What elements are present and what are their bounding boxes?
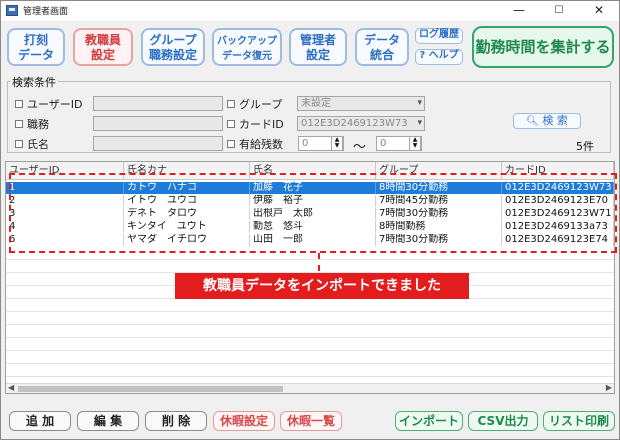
import-success-callout: 教職員データをインポートできました <box>175 273 469 299</box>
import-button[interactable]: インポート <box>395 411 463 431</box>
csv-export-button[interactable]: CSV出力 <box>468 411 538 431</box>
checkbox-box <box>227 100 235 108</box>
horizontal-scrollbar[interactable]: ◀ ▶ <box>6 383 614 393</box>
staff-settings-label-2: 設定 <box>90 48 115 62</box>
group-duty-label-1: グループ <box>149 33 197 47</box>
add-button[interactable]: 追 加 <box>9 411 71 431</box>
user-id-checkbox[interactable]: ユーザーID <box>15 96 83 112</box>
data-merge-label-1: データ <box>363 33 400 47</box>
empty-row-line <box>6 324 614 325</box>
job-label: 職務 <box>27 118 49 131</box>
empty-row-line <box>6 363 614 364</box>
search-button[interactable]: 🔍︎ 検 索 <box>513 113 581 129</box>
checkbox-box <box>15 140 23 148</box>
backup-restore-button[interactable]: バックアップ データ復元 <box>212 28 282 66</box>
spin-arrows-icon[interactable]: ▲ ▼ <box>409 136 421 151</box>
user-id-label: ユーザーID <box>27 98 83 111</box>
job-checkbox[interactable]: 職務 <box>15 116 49 132</box>
group-select[interactable]: 未設定 <box>297 96 425 111</box>
highlight-frame <box>9 173 617 253</box>
delete-button[interactable]: 削 除 <box>145 411 207 431</box>
admin-settings-label-2: 設定 <box>305 48 330 62</box>
empty-row-line <box>6 259 614 260</box>
group-label: グループ <box>239 98 283 111</box>
log-history-button[interactable]: ログ履歴 <box>415 28 463 44</box>
data-merge-label-2: 統合 <box>369 48 394 62</box>
paid-leave-checkbox[interactable]: 有給残数 <box>227 136 283 152</box>
empty-row-line <box>6 350 614 351</box>
checkbox-box <box>15 100 23 108</box>
paid-leave-label: 有給残数 <box>239 138 283 151</box>
group-duty-settings-button[interactable]: グループ 職務設定 <box>141 28 205 66</box>
scroll-right-icon[interactable]: ▶ <box>606 383 612 392</box>
search-icon: 🔍︎ <box>526 116 539 127</box>
punch-data-label-1: 打刻 <box>23 33 48 47</box>
backup-label-2: データ復元 <box>222 51 272 62</box>
name-field[interactable] <box>93 136 223 151</box>
range-separator: 〜 <box>353 140 367 155</box>
checkbox-box <box>227 120 235 128</box>
minimize-icon[interactable]: — <box>499 1 539 21</box>
maximize-icon[interactable]: ☐ <box>539 1 579 21</box>
leave-list-button[interactable]: 休暇一覧 <box>280 411 342 431</box>
card-id-select[interactable]: 012E3D2469123W73 <box>297 116 425 131</box>
result-count: 5件 <box>576 140 594 153</box>
name-label: 氏名 <box>27 138 49 151</box>
backup-label-1: バックアップ <box>217 36 277 47</box>
edit-button[interactable]: 編 集 <box>77 411 139 431</box>
checkbox-box <box>227 140 235 148</box>
staff-settings-label-1: 教職員 <box>84 33 121 47</box>
name-checkbox[interactable]: 氏名 <box>15 136 49 152</box>
scrollbar-thumb[interactable] <box>18 386 283 392</box>
empty-row-line <box>6 337 614 338</box>
main-window: 管理者画面 — ☐ ✕ 打刻 データ 教職員 設定 グループ 職務設定 バックア… <box>0 0 620 440</box>
search-panel-legend: 検索条件 <box>10 74 58 90</box>
callout-connector <box>318 253 320 271</box>
admin-settings-label-1: 管理者 <box>299 33 336 47</box>
data-merge-button[interactable]: データ 統合 <box>355 28 409 66</box>
card-id-label: カードID <box>239 118 284 131</box>
punch-data-button[interactable]: 打刻 データ <box>7 28 65 66</box>
leave-settings-button[interactable]: 休暇設定 <box>213 411 275 431</box>
punch-data-label-2: データ <box>17 48 54 62</box>
card-id-checkbox[interactable]: カードID <box>227 116 284 132</box>
checkbox-box <box>15 120 23 128</box>
spin-arrows-icon[interactable]: ▲ ▼ <box>331 136 343 151</box>
empty-row-line <box>6 311 614 312</box>
search-button-label: 検 索 <box>542 114 568 127</box>
close-icon[interactable]: ✕ <box>579 1 619 21</box>
empty-row-line <box>6 376 614 377</box>
tally-work-hours-button[interactable]: 勤務時間を集計する <box>472 26 614 68</box>
help-button[interactable]: ? ヘルプ <box>415 49 463 65</box>
scroll-left-icon[interactable]: ◀ <box>8 383 14 392</box>
print-list-button[interactable]: リスト印刷 <box>543 411 615 431</box>
group-checkbox[interactable]: グループ <box>227 96 282 112</box>
user-id-field[interactable] <box>93 96 223 111</box>
group-duty-label-2: 職務設定 <box>148 48 197 62</box>
app-icon <box>6 5 18 16</box>
job-field[interactable] <box>93 116 223 131</box>
title-bar: 管理者画面 — ☐ ✕ <box>1 1 619 21</box>
staff-settings-button[interactable]: 教職員 設定 <box>73 28 133 66</box>
window-title: 管理者画面 <box>23 7 69 17</box>
admin-settings-button[interactable]: 管理者 設定 <box>289 28 347 66</box>
